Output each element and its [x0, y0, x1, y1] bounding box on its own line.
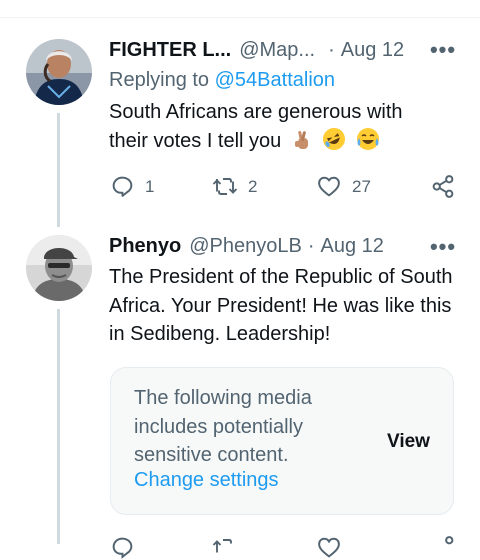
author-handle[interactable]: @Map...	[239, 39, 315, 62]
heart-icon	[318, 537, 340, 558]
thread-line	[57, 309, 60, 544]
author-name[interactable]: FIGHTER L...	[109, 39, 231, 62]
separator-dot: ·	[307, 234, 315, 257]
reply-icon	[112, 176, 133, 197]
separator-dot: ·	[328, 38, 335, 61]
replying-to-mention[interactable]: @54Battalion	[215, 69, 335, 91]
reply-icon	[112, 537, 133, 559]
crossed-fingers-icon	[291, 129, 313, 160]
top-divider	[0, 17, 480, 18]
sensitive-media-text: The following media includes potentially…	[134, 387, 312, 466]
like-button[interactable]	[316, 535, 342, 560]
tweet-date[interactable]: Aug 12	[341, 39, 404, 62]
tweet-text: The President of the Republic of South A…	[109, 266, 453, 345]
more-options-icon[interactable]: •••	[428, 234, 458, 260]
tweet-text-line: South Africans are generous with	[109, 101, 403, 123]
tweet-date[interactable]: Aug 12	[321, 235, 384, 258]
share-icon	[432, 175, 454, 198]
reply-button[interactable]	[110, 535, 135, 560]
tweet-text: South Africans are generous with their v…	[109, 98, 439, 159]
like-button[interactable]: 27	[316, 174, 371, 199]
heart-icon	[318, 176, 340, 197]
avatar-phenyo[interactable]	[26, 235, 92, 301]
share-button[interactable]	[430, 174, 456, 199]
tweet-header: Phenyo @PhenyoLB · Aug 12	[109, 233, 384, 259]
share-button[interactable]	[430, 535, 456, 560]
replying-to-label: Replying to	[109, 69, 215, 91]
change-settings-link[interactable]: Change settings	[134, 469, 279, 492]
sensitive-media-warning: The following media includes potentially…	[110, 367, 454, 515]
thread-line	[57, 113, 60, 227]
more-options-icon[interactable]: •••	[428, 37, 458, 63]
like-count: 27	[352, 176, 371, 196]
rolling-laughing-icon	[322, 127, 346, 160]
tweet-text-line: their votes I tell you	[109, 129, 282, 152]
retweet-button[interactable]	[212, 535, 238, 560]
avatar-fighter[interactable]	[26, 39, 92, 105]
tears-of-joy-icon	[356, 127, 380, 160]
replying-to: Replying to @54Battalion	[109, 69, 335, 92]
view-media-button[interactable]: View	[387, 431, 430, 453]
retweet-count: 2	[248, 176, 258, 196]
reply-button[interactable]: 1	[110, 174, 154, 199]
reply-count: 1	[145, 176, 155, 196]
tweet-header: FIGHTER L... @Map... · Aug 12	[109, 37, 404, 63]
author-handle[interactable]: @PhenyoLB	[189, 235, 302, 258]
retweet-icon	[212, 539, 232, 553]
retweet-icon	[212, 178, 238, 195]
share-icon	[445, 536, 454, 545]
retweet-button[interactable]: 2	[212, 174, 257, 199]
author-name[interactable]: Phenyo	[109, 235, 181, 258]
